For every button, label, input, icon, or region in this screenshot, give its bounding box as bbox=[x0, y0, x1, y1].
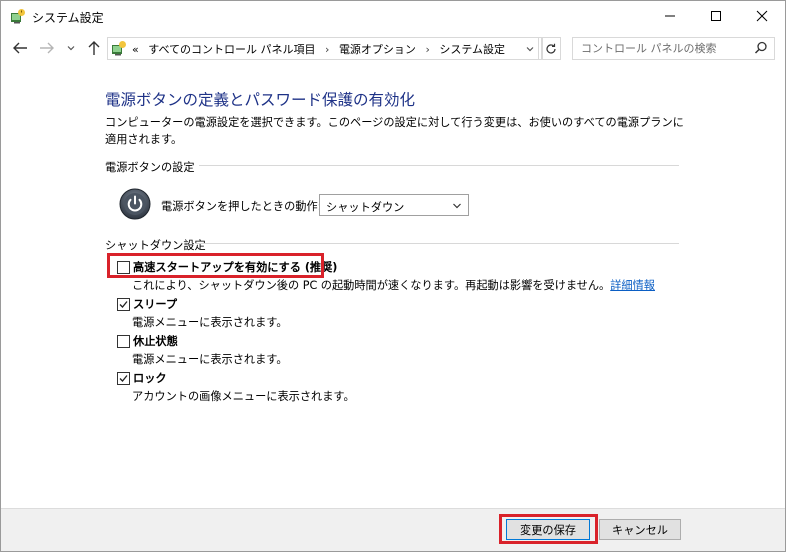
back-button[interactable] bbox=[11, 38, 29, 58]
lock-label[interactable]: ロック bbox=[133, 370, 167, 386]
power-icon bbox=[119, 188, 151, 220]
forward-button[interactable] bbox=[38, 38, 56, 58]
learn-more-link[interactable]: 詳細情報 bbox=[610, 279, 655, 292]
power-button-action-select[interactable]: シャットダウン bbox=[319, 194, 469, 216]
power-button-section-heading: 電源ボタンの設定 bbox=[105, 161, 195, 174]
arrow-up-icon bbox=[88, 41, 100, 55]
up-button[interactable] bbox=[86, 38, 102, 58]
breadcrumb: « すべてのコントロール パネル項目 › 電源オプション › システム設定 bbox=[132, 41, 511, 57]
address-dropdown-button[interactable] bbox=[522, 37, 539, 60]
refresh-icon bbox=[546, 43, 556, 54]
sleep-description: 電源メニューに表示されます。 bbox=[132, 316, 288, 329]
arrow-right-icon bbox=[40, 42, 54, 54]
breadcrumb-all-items[interactable]: すべてのコントロール パネル項目 bbox=[148, 43, 315, 56]
maximize-icon bbox=[711, 11, 721, 21]
page-description: コンピューターの電源設定を選択できます。このページの設定に対して行う変更は、お使… bbox=[105, 116, 684, 146]
section-divider bbox=[197, 243, 679, 244]
hibernate-description: 電源メニューに表示されます。 bbox=[132, 353, 288, 366]
lock-checkbox[interactable] bbox=[117, 372, 130, 385]
title-bar: システム設定 bbox=[1, 1, 785, 31]
fast-startup-highlight bbox=[107, 253, 324, 278]
window-title: システム設定 bbox=[32, 11, 104, 25]
navigation-bar: « すべてのコントロール パネル項目 › 電源オプション › システム設定 bbox=[1, 32, 785, 64]
maximize-button[interactable] bbox=[693, 1, 739, 31]
minimize-button[interactable] bbox=[647, 1, 693, 31]
hibernate-checkbox[interactable] bbox=[117, 335, 130, 348]
fast-startup-description-text: これにより、シャットダウン後の PC の起動時間が速くなります。再起動は影響を受… bbox=[132, 279, 611, 292]
checkmark-icon bbox=[119, 375, 128, 382]
breadcrumb-power-options[interactable]: 電源オプション bbox=[339, 43, 416, 56]
chevron-down-icon bbox=[526, 46, 534, 51]
sleep-label[interactable]: スリープ bbox=[133, 296, 177, 312]
close-icon bbox=[756, 10, 768, 22]
search-icon[interactable] bbox=[754, 41, 768, 55]
fast-startup-description: これにより、シャットダウン後の PC の起動時間が速くなります。再起動は影響を受… bbox=[132, 277, 655, 293]
breadcrumb-overflow[interactable]: « bbox=[132, 43, 139, 56]
breadcrumb-separator[interactable]: › bbox=[425, 43, 429, 56]
minimize-icon bbox=[665, 15, 675, 17]
breadcrumb-system-settings[interactable]: システム設定 bbox=[439, 43, 505, 56]
arrow-left-icon bbox=[13, 42, 27, 54]
system-settings-window: システム設定 « すべてのコントロール パネル項目 › 電源オプション › シス… bbox=[0, 0, 786, 552]
checkmark-icon bbox=[119, 301, 128, 308]
section-divider bbox=[199, 165, 679, 166]
hibernate-label[interactable]: 休止状態 bbox=[133, 333, 178, 349]
power-button-action-label: 電源ボタンを押したときの動作: bbox=[161, 200, 322, 213]
close-button[interactable] bbox=[739, 1, 785, 31]
page-title: 電源ボタンの定義とパスワード保護の有効化 bbox=[105, 91, 416, 109]
sleep-checkbox[interactable] bbox=[117, 298, 130, 311]
recent-locations-button[interactable] bbox=[65, 38, 77, 58]
breadcrumb-separator[interactable]: › bbox=[325, 43, 329, 56]
refresh-button[interactable] bbox=[541, 37, 561, 60]
control-panel-power-icon bbox=[11, 9, 25, 24]
address-bar[interactable]: « すべてのコントロール パネル項目 › 電源オプション › システム設定 bbox=[107, 37, 543, 60]
lock-description: アカウントの画像メニューに表示されます。 bbox=[132, 390, 355, 403]
search-input[interactable] bbox=[573, 38, 757, 59]
chevron-down-icon bbox=[67, 46, 75, 51]
footer-bar: 変更の保存 キャンセル bbox=[1, 509, 785, 551]
power-button-action-value: シャットダウン bbox=[326, 201, 405, 214]
control-panel-icon bbox=[112, 41, 126, 56]
search-box bbox=[572, 37, 775, 60]
save-changes-button[interactable]: 変更の保存 bbox=[506, 519, 590, 540]
chevron-down-icon bbox=[453, 203, 461, 209]
cancel-button[interactable]: キャンセル bbox=[599, 519, 681, 540]
shutdown-section-heading: シャットダウン設定 bbox=[105, 239, 206, 252]
